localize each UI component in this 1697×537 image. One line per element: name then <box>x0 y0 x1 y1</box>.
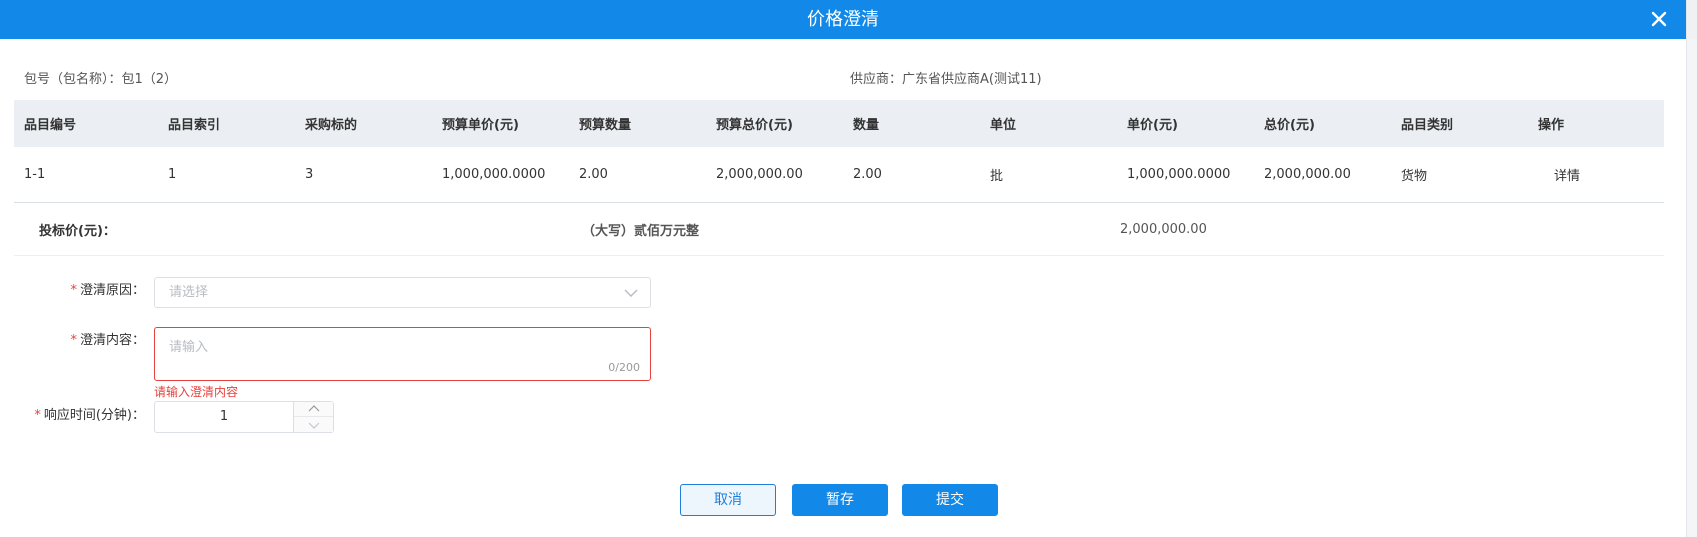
content-error-message: 请输入澄清内容 <box>154 385 239 399</box>
details-link[interactable]: 详情 <box>1554 147 1580 202</box>
bid-price-label: 投标价(元)： <box>39 223 116 239</box>
response-time-value[interactable]: 1 <box>155 402 293 432</box>
response-time-label-text: 响应时间(分钟)： <box>43 408 145 423</box>
col-header-budget-total: 预算总价(元) <box>716 118 793 133</box>
bid-summary: 投标价(元)： （大写）贰佰万元整 2,000,000.00 <box>14 203 1664 256</box>
supplier-value: 广东省供应商A(测试11) <box>902 72 1042 87</box>
required-mark: * <box>34 408 41 423</box>
supplier-info: 供应商：广东省供应商A(测试11) <box>850 70 1042 90</box>
col-header-total-price: 总价(元) <box>1264 118 1315 133</box>
col-header-unit-price: 单价(元) <box>1127 118 1178 133</box>
col-header-quantity: 数量 <box>853 118 880 133</box>
dialog-header: 价格澄清 <box>0 0 1686 39</box>
chevron-down-icon <box>624 287 638 297</box>
table-header: 品目编号 品目索引 采购标的 预算单价(元) 预算数量 预算总价(元) 数量 单… <box>14 100 1664 147</box>
col-header-item-code: 品目编号 <box>24 118 77 133</box>
cell-total-price: 2,000,000.00 <box>1264 167 1351 182</box>
char-counter: 0/200 <box>608 361 640 374</box>
reason-label: * 澄清原因： <box>60 276 145 306</box>
close-icon[interactable] <box>1648 8 1670 30</box>
cell-budget-quantity: 2.00 <box>579 167 608 182</box>
cell-item-code: 1-1 <box>24 167 46 182</box>
decrement-icon[interactable] <box>294 417 333 432</box>
col-header-item-index: 品目索引 <box>168 118 221 133</box>
response-time-stepper[interactable]: 1 <box>154 401 334 433</box>
cell-procurement-target: 3 <box>305 167 314 182</box>
table-row: 1-1 1 3 1,000,000.0000 2.00 2,000,000.00… <box>14 147 1664 203</box>
cell-unit-price: 1,000,000.0000 <box>1127 167 1231 182</box>
cell-budget-total: 2,000,000.00 <box>716 167 803 182</box>
col-header-unit: 单位 <box>990 118 1017 133</box>
cell-budget-unit-price: 1,000,000.0000 <box>442 167 546 182</box>
content-textarea[interactable]: 请输入 0/200 <box>154 327 651 381</box>
cell-quantity: 2.00 <box>853 167 882 182</box>
package-value: 包1（2） <box>121 72 178 87</box>
content-placeholder: 请输入 <box>169 340 209 355</box>
cell-category: 货物 <box>1401 169 1428 184</box>
cell-unit: 批 <box>990 169 1004 184</box>
col-header-procurement-target: 采购标的 <box>305 118 358 133</box>
bid-price-amount: 2,000,000.00 <box>1120 221 1207 237</box>
increment-icon[interactable] <box>294 402 333 417</box>
page-edge-header <box>1687 0 1697 39</box>
col-header-category: 品目类别 <box>1401 118 1454 133</box>
bid-price-uppercase: （大写）贰佰万元整 <box>582 223 700 239</box>
reason-select[interactable]: 请选择 <box>154 277 651 308</box>
page-edge <box>1686 0 1697 537</box>
package-info: 包号（包名称）：包1（2） <box>24 70 177 90</box>
col-header-budget-unit-price: 预算单价(元) <box>442 118 519 133</box>
required-mark: * <box>70 283 77 298</box>
response-time-label: * 响应时间(分钟)： <box>20 401 145 431</box>
supplier-label: 供应商： <box>850 72 903 87</box>
col-header-action: 操作 <box>1538 118 1565 133</box>
reason-label-text: 澄清原因： <box>79 283 145 298</box>
package-label: 包号（包名称）： <box>24 72 122 87</box>
submit-button[interactable]: 提交 <box>902 484 998 516</box>
col-header-budget-quantity: 预算数量 <box>579 118 632 133</box>
stepper-buttons <box>293 402 333 432</box>
reason-placeholder: 请选择 <box>169 285 209 300</box>
cell-item-index: 1 <box>168 167 177 182</box>
content-label-text: 澄清内容： <box>79 333 145 348</box>
dialog-title: 价格澄清 <box>807 9 879 30</box>
cancel-button[interactable]: 取消 <box>680 484 776 516</box>
save-draft-button[interactable]: 暂存 <box>792 484 888 516</box>
required-mark: * <box>70 333 77 348</box>
content-label: * 澄清内容： <box>60 326 145 356</box>
